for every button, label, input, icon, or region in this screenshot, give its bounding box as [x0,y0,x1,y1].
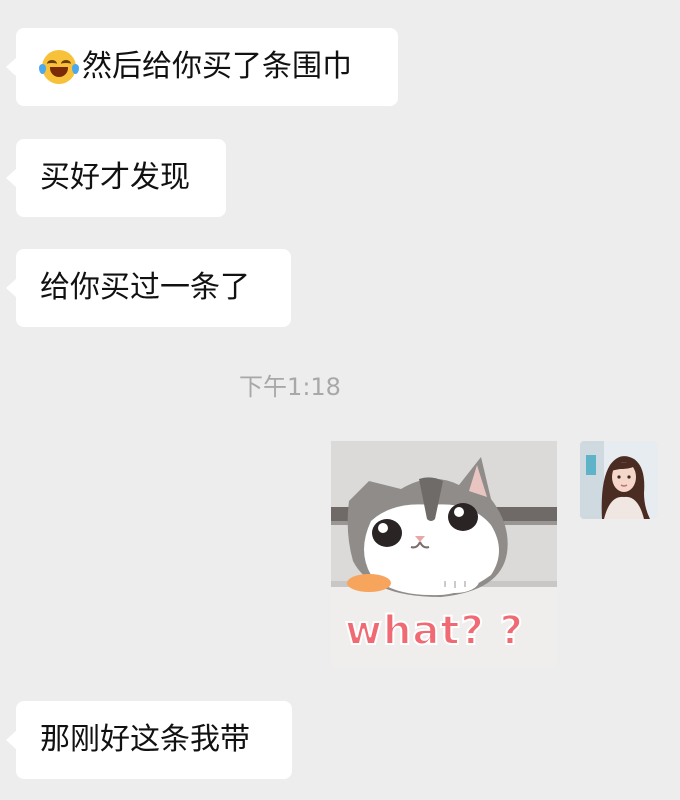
avatar[interactable] [580,441,658,519]
message-text: 买好才发现 [40,160,190,195]
laughing-tears-emoji-icon [39,50,79,84]
cat-sticker-message[interactable]: what? ? [331,441,557,667]
user-avatar-icon [580,441,658,519]
message-bubble-1[interactable]: 然后给你买了条围巾 [6,28,398,106]
chat-timestamp: 下午1:18 [239,373,341,401]
message-bubble-3[interactable]: 给你买过一条了 [6,249,291,327]
message-bubble-4[interactable]: 那刚好这条我带 [6,701,292,779]
message-text: 那刚好这条我带 [40,722,250,757]
message-text: 给你买过一条了 [40,270,250,305]
message-text: 然后给你买了条围巾 [82,49,352,84]
sticker-caption: what? ? [344,608,524,654]
message-bubble-2[interactable]: 买好才发现 [6,139,226,217]
